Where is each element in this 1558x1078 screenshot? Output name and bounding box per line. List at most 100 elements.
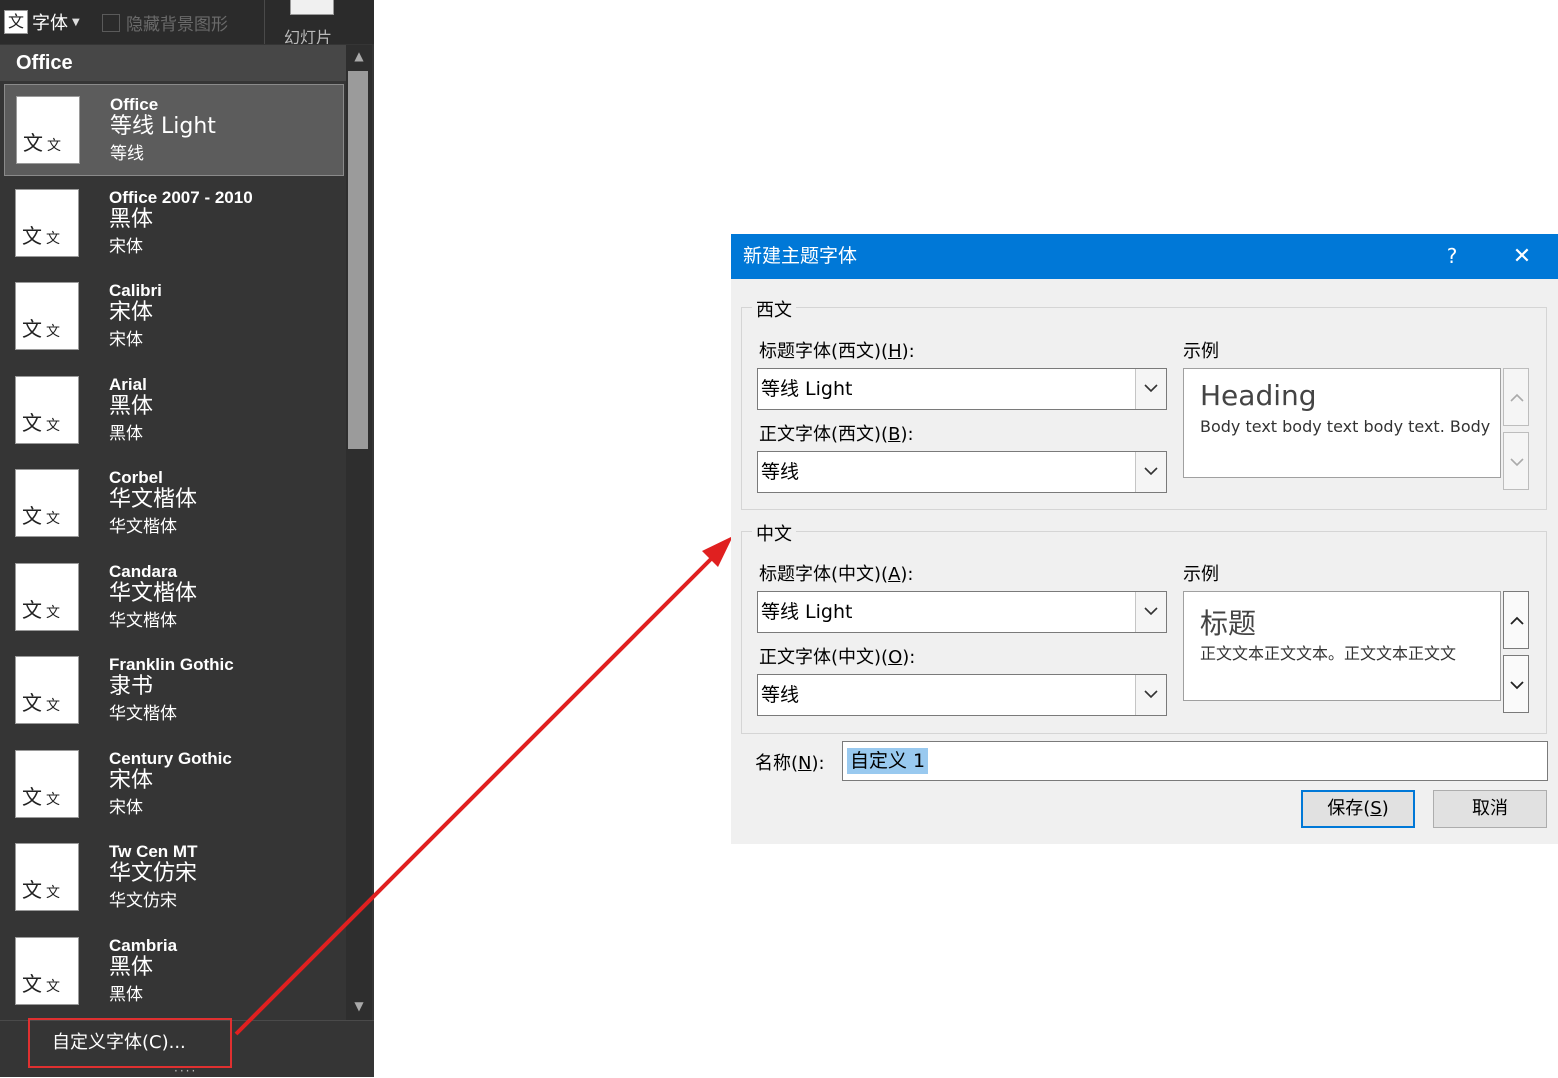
thumb-body-glyph: 文 <box>46 792 60 808</box>
font-preview-thumbnail: 文文 <box>16 96 80 164</box>
ribbon-divider <box>264 0 265 44</box>
help-button[interactable]: ? <box>1437 234 1467 279</box>
hide-background-label: 隐藏背景图形 <box>126 15 228 35</box>
font-theme-item[interactable]: 文文 Tw Cen MT 华文仿宋 华文仿宋 <box>4 832 344 924</box>
font-theme-item[interactable]: 文文 Arial 黑体 黑体 <box>4 365 344 457</box>
font-theme-item[interactable]: 文文 Century Gothic 宋体 宋体 <box>4 739 344 831</box>
checkbox-box[interactable] <box>102 13 120 32</box>
chinese-scroll-up-button[interactable] <box>1503 591 1529 649</box>
cancel-button[interactable]: 取消 <box>1433 790 1547 828</box>
scroll-up-icon[interactable]: ▲ <box>346 45 372 67</box>
font-preview-thumbnail: 文文 <box>15 937 79 1005</box>
chinese-body-font-value: 等线 <box>761 684 800 706</box>
chinese-body-font-select[interactable]: 等线 <box>757 674 1167 716</box>
font-theme-name: Franklin Gothic <box>109 655 234 674</box>
thumb-heading-glyph: 文 <box>22 691 42 715</box>
font-theme-name: Tw Cen MT <box>109 842 198 861</box>
font-icon: 文 <box>4 10 28 34</box>
chevron-down-icon[interactable] <box>1135 369 1166 409</box>
thumb-heading-glyph: 文 <box>22 504 42 528</box>
western-heading-font-value: 等线 Light <box>761 378 853 400</box>
thumb-body-glyph: 文 <box>46 418 60 434</box>
body-font-name: 华文楷体 <box>109 517 177 537</box>
body-font-name: 黑体 <box>109 985 143 1005</box>
western-scroll-up-button[interactable] <box>1503 368 1529 426</box>
name-label: 名称(N): <box>755 753 825 774</box>
scroll-down-icon[interactable]: ▼ <box>346 995 372 1017</box>
save-button[interactable]: 保存(S) <box>1301 790 1415 828</box>
font-theme-item[interactable]: 文文 Office 等线 Light 等线 <box>4 84 344 176</box>
font-theme-name: Office <box>110 95 159 114</box>
ribbon-strip: 文 字体 ▼ 隐藏背景图形 幻灯片 <box>0 0 374 44</box>
western-heading-font-label: 标题字体(西文)(H): <box>759 341 915 362</box>
thumb-body-glyph: 文 <box>46 979 60 995</box>
chinese-sample-label: 示例 <box>1183 564 1219 585</box>
thumb-body-glyph: 文 <box>46 324 60 340</box>
western-sample-label: 示例 <box>1183 341 1219 362</box>
western-scroll-down-button[interactable] <box>1503 432 1529 490</box>
western-body-font-select[interactable]: 等线 <box>757 451 1167 493</box>
font-theme-item[interactable]: 文文 Cambria 黑体 黑体 <box>4 926 344 1017</box>
western-heading-font-select[interactable]: 等线 Light <box>757 368 1167 410</box>
body-font-name: 华文楷体 <box>109 611 177 631</box>
thumb-heading-glyph: 文 <box>22 224 42 248</box>
body-font-name: 等线 <box>110 144 144 164</box>
body-font-name: 宋体 <box>109 798 143 818</box>
western-body-font-value: 等线 <box>761 461 800 483</box>
slide-label: 幻灯片 <box>284 28 333 44</box>
font-theme-list: 文文 Office 等线 Light 等线文文 Office 2007 - 2010 黑体… <box>0 82 346 1017</box>
thumb-heading-glyph: 文 <box>23 131 43 155</box>
vertical-scrollbar[interactable]: ▲ ▼ <box>346 45 372 1020</box>
font-preview-thumbnail: 文文 <box>15 376 79 444</box>
font-theme-item[interactable]: 文文 Candara 华文楷体 华文楷体 <box>4 552 344 644</box>
slide-button[interactable]: 幻灯片 <box>284 0 338 44</box>
resize-grip-icon[interactable]: ···· <box>174 1064 197 1078</box>
heading-font-name: 宋体 <box>109 768 154 793</box>
font-theme-item[interactable]: 文文 Corbel 华文楷体 华文楷体 <box>4 458 344 550</box>
thumb-body-glyph: 文 <box>46 885 60 901</box>
dialog-titlebar[interactable]: 新建主题字体 ? ✕ <box>731 234 1558 279</box>
chevron-down-icon[interactable] <box>1135 592 1166 632</box>
font-preview-thumbnail: 文文 <box>15 750 79 818</box>
chinese-heading-font-label: 标题字体(中文)(A): <box>759 564 914 585</box>
western-sample-body: Body text body text body text. Body <box>1200 417 1491 436</box>
font-theme-item[interactable]: 文文 Franklin Gothic 隶书 华文楷体 <box>4 645 344 737</box>
font-theme-item[interactable]: 文文 Office 2007 - 2010 黑体 宋体 <box>4 178 344 270</box>
chevron-down-icon[interactable] <box>1135 452 1166 492</box>
western-sample-preview: Heading Body text body text body text. B… <box>1183 368 1501 478</box>
heading-font-name: 宋体 <box>109 300 154 325</box>
thumb-body-glyph: 文 <box>46 698 60 714</box>
font-theme-name: Office 2007 - 2010 <box>109 188 253 207</box>
section-header-office: Office <box>0 45 346 81</box>
heading-font-name: 黑体 <box>109 955 154 980</box>
chevron-down-icon: ▼ <box>72 16 80 28</box>
fonts-button-label: 字体 <box>32 13 68 34</box>
chinese-heading-font-value: 等线 Light <box>761 601 853 623</box>
chinese-scroll-down-button[interactable] <box>1503 655 1529 713</box>
western-sample-heading: Heading <box>1200 379 1317 412</box>
customize-fonts-button[interactable]: 自定义字体(C)... <box>28 1018 232 1068</box>
close-button[interactable]: ✕ <box>1506 234 1538 279</box>
chinese-sample-preview: 标题 正文文本正文文本。正文文本正文文 <box>1183 591 1501 701</box>
theme-name-input[interactable]: 自定义 1 <box>842 741 1548 781</box>
font-preview-thumbnail: 文文 <box>15 656 79 724</box>
body-font-name: 宋体 <box>109 330 143 350</box>
western-body-font-label: 正文字体(西文)(B): <box>759 424 914 445</box>
new-theme-fonts-dialog: 新建主题字体 ? ✕ 西文 标题字体(西文)(H): 等线 Light 正文字体… <box>731 234 1558 844</box>
hide-background-checkbox[interactable]: 隐藏背景图形 <box>102 10 228 35</box>
thumb-heading-glyph: 文 <box>22 411 42 435</box>
heading-font-name: 华文楷体 <box>109 581 198 606</box>
thumb-heading-glyph: 文 <box>22 972 42 996</box>
font-theme-name: Calibri <box>109 281 162 300</box>
chinese-heading-font-select[interactable]: 等线 Light <box>757 591 1167 633</box>
heading-font-name: 华文仿宋 <box>109 861 198 886</box>
font-theme-name: Candara <box>109 562 178 581</box>
font-theme-item[interactable]: 文文 Calibri 宋体 宋体 <box>4 271 344 363</box>
slide-thumbnail-icon <box>290 0 334 15</box>
fonts-dropdown-button[interactable]: 文 字体 ▼ <box>4 8 80 36</box>
font-theme-name: Cambria <box>109 936 178 955</box>
western-group-label: 西文 <box>752 296 796 322</box>
scrollbar-thumb[interactable] <box>348 71 368 449</box>
chevron-down-icon[interactable] <box>1135 675 1166 715</box>
font-preview-thumbnail: 文文 <box>15 843 79 911</box>
